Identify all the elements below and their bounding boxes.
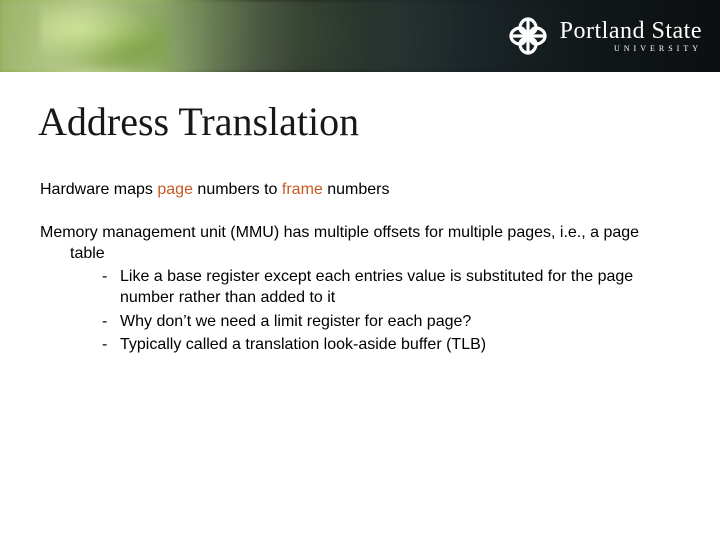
bullet-item: - Like a base register except each entri…: [102, 266, 680, 308]
paragraph-2: Memory management unit (MMU) has multipl…: [40, 222, 680, 355]
header-banner: Portland State UNIVERSITY: [0, 0, 720, 72]
slide: Portland State UNIVERSITY Address Transl…: [0, 0, 720, 540]
p1-highlight-frame: frame: [282, 181, 323, 198]
p1-highlight-page: page: [157, 181, 193, 198]
bullet-text-1: Like a base register except each entries…: [120, 266, 640, 308]
bullet-dash: -: [102, 334, 120, 355]
bullet-item: - Why don’t we need a limit register for…: [102, 311, 680, 332]
p1-text-e: numbers: [323, 181, 390, 198]
bullet-text-2: Why don’t we need a limit register for e…: [120, 311, 471, 332]
psu-logo-name: Portland State: [560, 19, 702, 43]
p1-text-a: Hardware maps: [40, 181, 157, 198]
p2-text: Memory management unit (MMU) has multipl…: [40, 222, 660, 264]
bullet-text-3: Typically called a translation look-asid…: [120, 334, 486, 355]
bullet-list: - Like a base register except each entri…: [40, 266, 680, 354]
psu-logo-sub: UNIVERSITY: [560, 45, 702, 53]
bullet-dash: -: [102, 266, 120, 308]
bullet-item: - Typically called a translation look-as…: [102, 334, 680, 355]
banner-foliage: [40, 4, 170, 68]
psu-logo: Portland State UNIVERSITY: [508, 10, 702, 62]
paragraph-1: Hardware maps page numbers to frame numb…: [40, 179, 680, 200]
p1-text-c: numbers to: [193, 181, 282, 198]
slide-body: Hardware maps page numbers to frame numb…: [40, 179, 680, 355]
psu-logo-icon: [508, 16, 548, 56]
slide-title: Address Translation: [38, 98, 720, 145]
bullet-dash: -: [102, 311, 120, 332]
psu-logo-text: Portland State UNIVERSITY: [560, 19, 702, 53]
